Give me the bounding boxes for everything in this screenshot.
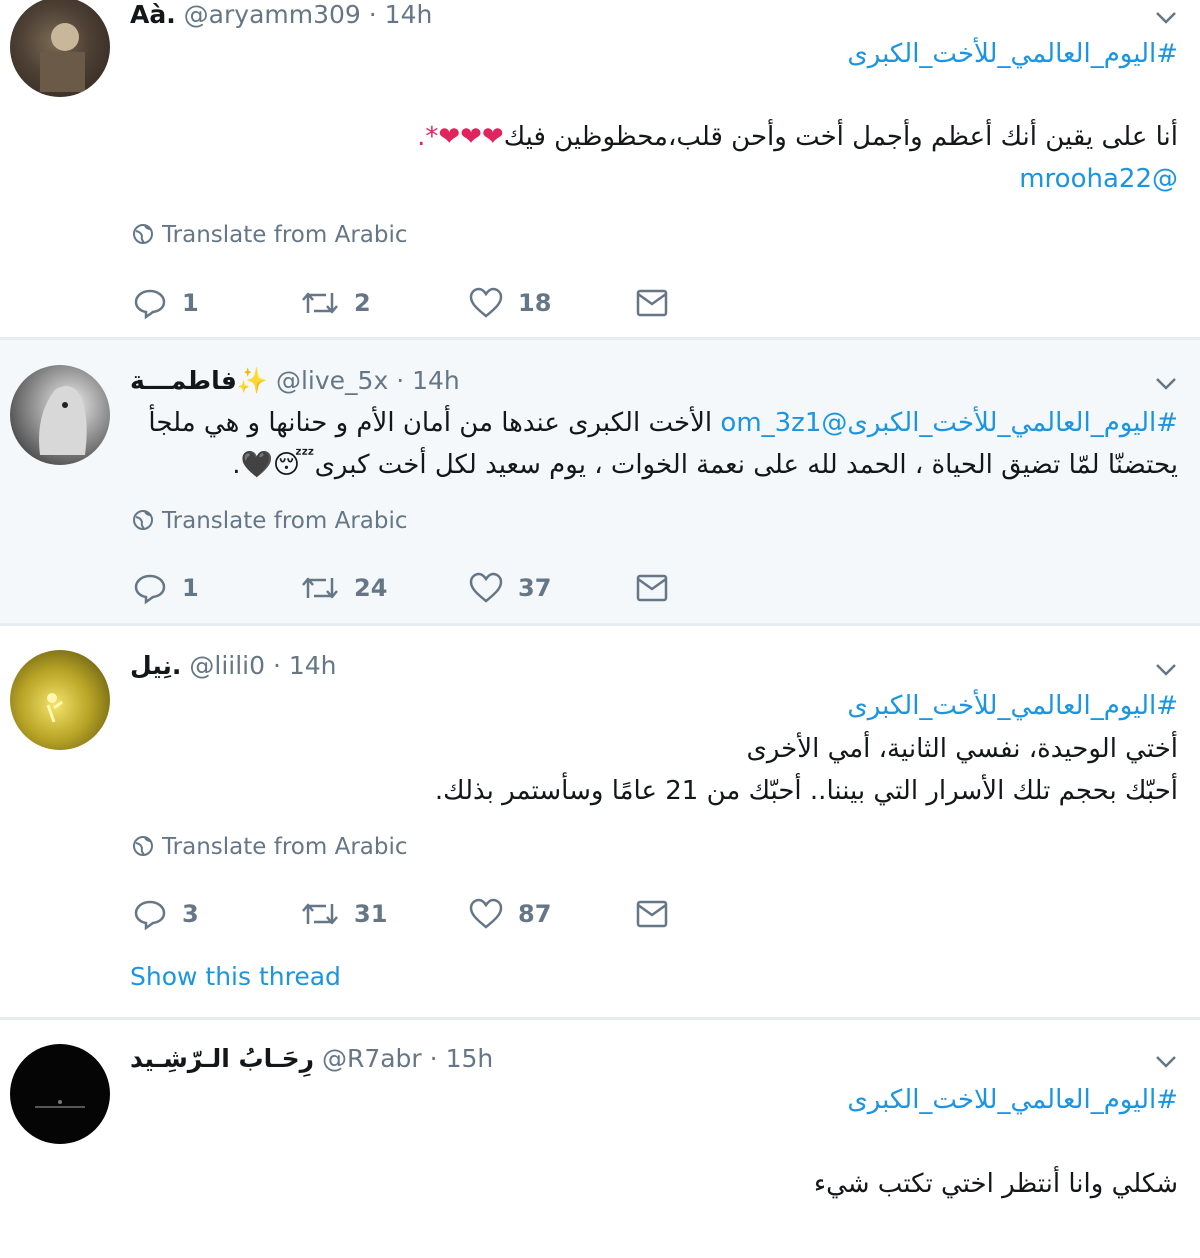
tweet-header: رِحَـابُ الـرّشِـيد @R7abr · 15h bbox=[130, 1044, 493, 1074]
like-count: 37 bbox=[518, 574, 552, 602]
avatar-image bbox=[40, 23, 85, 92]
tweet[interactable]: Aà. @aryamm309 · 14h #اليوم_العالمي_للأخ… bbox=[0, 0, 1200, 340]
avatar[interactable] bbox=[10, 1044, 110, 1144]
separator-dot: · bbox=[429, 1044, 438, 1073]
retweet-icon bbox=[302, 903, 338, 925]
like-icon bbox=[469, 898, 503, 929]
dm-icon bbox=[636, 900, 668, 928]
avatar[interactable] bbox=[10, 365, 110, 465]
like-icon bbox=[469, 572, 503, 603]
separator-dot: · bbox=[396, 366, 405, 395]
timestamp[interactable]: 14h bbox=[289, 651, 337, 680]
timestamp[interactable]: 14h bbox=[385, 0, 433, 29]
retweet-button[interactable]: 2 bbox=[300, 283, 371, 323]
tweet-text: شكلي وانا أنتظر اختي تكتب شيء bbox=[813, 1169, 1178, 1199]
tweet-actions: 1 24 37 bbox=[132, 568, 692, 608]
retweet-icon bbox=[302, 577, 338, 599]
tweet-text: أنا على يقين أنك أعظم وأجمل أخت وأحن قلب… bbox=[417, 116, 1178, 158]
display-name[interactable]: فاطمـــة✨ bbox=[130, 366, 268, 395]
translate-label: Translate from Arabic bbox=[162, 834, 408, 860]
tweet[interactable]: فاطمـــة✨ @live_5x · 14h #اليوم_العالمي_… bbox=[0, 340, 1200, 626]
dm-button[interactable] bbox=[634, 283, 670, 323]
separator-dot: · bbox=[368, 0, 377, 29]
retweet-button[interactable]: 24 bbox=[300, 568, 387, 608]
dm-button[interactable] bbox=[634, 894, 670, 934]
reply-icon bbox=[134, 289, 166, 320]
tweet-text-2: أحبّك بحجم تلك الأسرار التي بيننا.. أحبّ… bbox=[434, 776, 1178, 806]
reply-button[interactable]: 1 bbox=[132, 283, 199, 323]
reply-icon bbox=[134, 900, 166, 931]
chevron-down-icon[interactable] bbox=[1152, 370, 1180, 398]
user-handle[interactable]: @R7abr bbox=[322, 1044, 422, 1073]
avatar-image bbox=[39, 386, 87, 455]
avatar[interactable] bbox=[10, 650, 110, 750]
tweet-header: نِيل. @liili0 · 14h bbox=[130, 651, 337, 681]
separator-dot: · bbox=[272, 651, 281, 680]
translate-link[interactable]: Translate from Arabic bbox=[132, 508, 408, 534]
tweet[interactable]: نِيل. @liili0 · 14h #اليوم_العالمي_للأخت… bbox=[0, 626, 1200, 1020]
dm-button[interactable] bbox=[634, 568, 670, 608]
tweet-actions: 1 2 18 bbox=[132, 283, 692, 323]
reply-count: 1 bbox=[182, 289, 199, 317]
tweet-text-2: يحتضنّا لمّا تضيق الحياة ، الحمد لله على… bbox=[232, 444, 1178, 486]
mention-link[interactable]: @om_3z1 bbox=[720, 408, 847, 438]
chevron-down-icon[interactable] bbox=[1152, 4, 1180, 32]
display-name[interactable]: نِيل. bbox=[130, 651, 181, 680]
reply-button[interactable]: 1 bbox=[132, 568, 199, 608]
like-count: 18 bbox=[518, 289, 552, 317]
tweet-text-line: الأخت الكبرى عندها من أمان الأم و حنانها… bbox=[148, 408, 713, 438]
retweet-count: 2 bbox=[354, 289, 371, 317]
retweet-icon bbox=[302, 292, 338, 314]
tweet-text: أختي الوحيدة، نفسي الثانية، أمي الأخرى bbox=[746, 734, 1178, 764]
show-thread-link[interactable]: Show this thread bbox=[130, 962, 341, 991]
avatar[interactable] bbox=[10, 0, 110, 97]
hashtag-link[interactable]: #اليوم_العالمي_للأخت_الكبرى bbox=[847, 685, 1178, 727]
hashtag-link[interactable]: #اليوم_العالمي_للأخت_الكبرى bbox=[847, 408, 1178, 438]
user-handle[interactable]: @live_5x bbox=[276, 366, 388, 395]
translate-label: Translate from Arabic bbox=[162, 508, 408, 534]
like-icon bbox=[469, 287, 503, 318]
tweet-text-emoji: 😴🖤. bbox=[232, 450, 315, 480]
tweet-actions: 3 31 87 bbox=[132, 894, 692, 934]
tweet-text-line: أنا على يقين أنك أعظم وأجمل أخت وأحن قلب… bbox=[503, 122, 1178, 152]
chevron-down-icon[interactable] bbox=[1152, 656, 1180, 684]
timestamp[interactable]: 14h bbox=[412, 366, 460, 395]
hashtag-link[interactable]: #اليوم_العالمي_للأخت_الكبرى bbox=[847, 33, 1178, 75]
reply-icon bbox=[134, 574, 166, 605]
like-button[interactable]: 87 bbox=[468, 894, 551, 934]
dm-icon bbox=[636, 289, 668, 317]
hashtag-link[interactable]: #اليوم_العالمي_للاخت_الكبرى bbox=[847, 1079, 1178, 1121]
like-count: 87 bbox=[518, 900, 552, 928]
globe-icon bbox=[133, 510, 153, 530]
tweet-text: #اليوم_العالمي_للأخت_الكبرى@om_3z1 الأخت… bbox=[148, 402, 1178, 444]
translate-link[interactable]: Translate from Arabic bbox=[132, 834, 408, 860]
dm-icon bbox=[636, 574, 668, 602]
mention-link[interactable]: @mrooha22 bbox=[1019, 158, 1178, 200]
tweet-text-line: يحتضنّا لمّا تضيق الحياة ، الحمد لله على… bbox=[314, 450, 1178, 480]
translate-link[interactable]: Translate from Arabic bbox=[132, 222, 408, 248]
tweet[interactable]: رِحَـابُ الـرّشِـيد @R7abr · 15h #اليوم_… bbox=[0, 1020, 1200, 1258]
like-button[interactable]: 18 bbox=[468, 283, 551, 323]
avatar-image bbox=[46, 693, 63, 723]
retweet-count: 24 bbox=[354, 574, 388, 602]
tweet-header: فاطمـــة✨ @live_5x · 14h bbox=[130, 366, 460, 396]
display-name[interactable]: رِحَـابُ الـرّشِـيد bbox=[130, 1044, 314, 1073]
user-handle[interactable]: @liili0 bbox=[189, 651, 265, 680]
tweet-text-emoji: ❤❤❤*. bbox=[417, 122, 504, 152]
user-handle[interactable]: @aryamm309 bbox=[184, 0, 361, 29]
translate-label: Translate from Arabic bbox=[162, 222, 408, 248]
globe-icon bbox=[133, 224, 153, 244]
display-name[interactable]: Aà. bbox=[130, 0, 176, 29]
globe-icon bbox=[133, 836, 153, 856]
retweet-button[interactable]: 31 bbox=[300, 894, 387, 934]
reply-count: 1 bbox=[182, 574, 199, 602]
avatar-image bbox=[35, 1100, 85, 1108]
tweet-header: Aà. @aryamm309 · 14h bbox=[130, 0, 432, 30]
reply-count: 3 bbox=[182, 900, 199, 928]
reply-button[interactable]: 3 bbox=[132, 894, 199, 934]
retweet-count: 31 bbox=[354, 900, 388, 928]
timestamp[interactable]: 15h bbox=[446, 1044, 494, 1073]
like-button[interactable]: 37 bbox=[468, 568, 551, 608]
chevron-down-icon[interactable] bbox=[1152, 1048, 1180, 1076]
